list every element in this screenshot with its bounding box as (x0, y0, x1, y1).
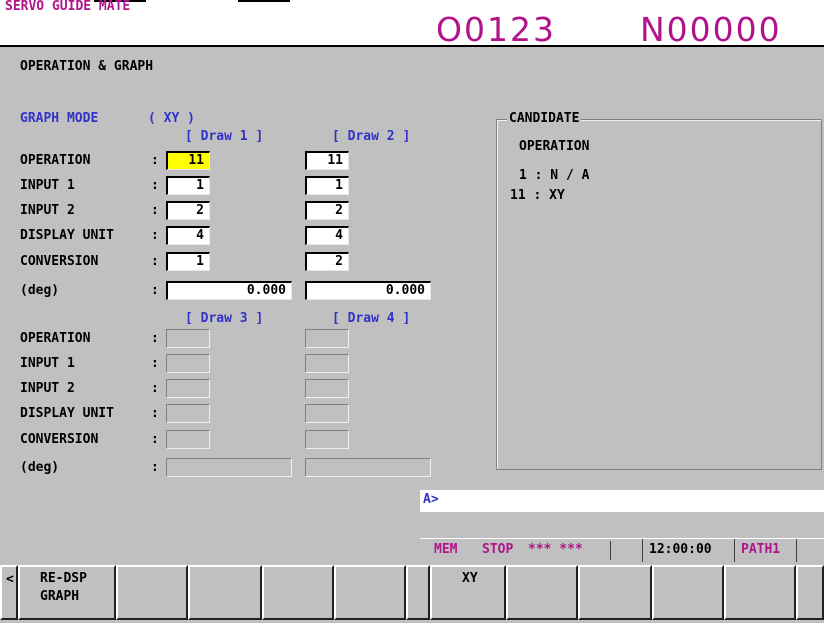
colon: : (151, 283, 159, 298)
colon: : (151, 356, 159, 371)
candidate-item[interactable]: 11 : XY (510, 188, 565, 203)
left-arrow-icon: < (6, 572, 14, 587)
draw3-display-unit-field[interactable] (166, 404, 210, 423)
draw1-display-unit-field[interactable]: 4 (166, 226, 210, 245)
softkey-redsp-graph-button[interactable]: RE-DSP GRAPH (18, 565, 116, 620)
candidate-panel: CANDIDATE OPERATION 1 : N / A 11 : XY (496, 111, 822, 470)
softkey-label: GRAPH (40, 589, 80, 604)
draw4-conversion-field[interactable] (305, 430, 349, 449)
softkey-button[interactable] (724, 565, 796, 620)
row-label-conversion: CONVERSION (20, 432, 99, 447)
draw1-input2-field[interactable]: 2 (166, 201, 210, 220)
colon: : (151, 153, 159, 168)
softkey-button[interactable] (506, 565, 578, 620)
status-time: 12:00:00 (649, 542, 712, 557)
program-number: O0123 (436, 10, 556, 49)
colon: : (151, 203, 159, 218)
draw1-conversion-field[interactable]: 1 (166, 252, 210, 271)
draw4-deg-field[interactable] (305, 458, 431, 477)
softkey-button[interactable] (188, 565, 262, 620)
draw2-input2-field[interactable]: 2 (305, 201, 349, 220)
draw2-display-unit-field[interactable]: 4 (305, 226, 349, 245)
draw4-operation-field[interactable] (305, 329, 349, 348)
draw2-conversion-field[interactable]: 2 (305, 252, 349, 271)
draw1-deg-field[interactable]: 0.000 (166, 281, 292, 300)
row-label-input2: INPUT 2 (20, 381, 75, 396)
colon: : (151, 460, 159, 475)
colon: : (151, 254, 159, 269)
draw3-conversion-field[interactable] (166, 430, 210, 449)
colon: : (151, 178, 159, 193)
draw2-operation-field[interactable]: 11 (305, 151, 349, 170)
status-divider (796, 539, 797, 562)
softkey-prev-button[interactable]: < (0, 565, 18, 620)
colon: : (151, 406, 159, 421)
draw3-deg-field[interactable] (166, 458, 292, 477)
softkey-button[interactable] (262, 565, 334, 620)
draw1-input1-field[interactable]: 1 (166, 176, 210, 195)
status-bar: MEM STOP *** *** 12:00:00 PATH1 (420, 538, 824, 562)
draw2-header: [ Draw 2 ] (332, 129, 411, 144)
graph-mode-label: GRAPH MODE (20, 111, 99, 126)
candidate-item[interactable]: 1 : N / A (519, 168, 589, 183)
softkey-button[interactable] (652, 565, 724, 620)
status-divider (734, 539, 735, 562)
row-label-input1: INPUT 1 (20, 356, 75, 371)
header-bar: SERVO GUIDE MATE O0123 N00000 (0, 0, 824, 49)
softkey-button[interactable] (116, 565, 188, 620)
title-tab-marker (238, 0, 290, 2)
draw1-header: [ Draw 1 ] (185, 129, 264, 144)
row-label-display-unit: DISPLAY UNIT (20, 228, 114, 243)
candidate-title: CANDIDATE (507, 111, 582, 126)
status-mode: MEM (434, 542, 458, 557)
draw4-input2-field[interactable] (305, 379, 349, 398)
draw4-header: [ Draw 4 ] (332, 311, 411, 326)
row-label-conversion: CONVERSION (20, 254, 99, 269)
colon: : (151, 228, 159, 243)
softkey-label: XY (462, 571, 478, 586)
graph-mode-value: ( XY ) (148, 111, 195, 126)
draw3-input1-field[interactable] (166, 354, 210, 373)
softkey-xy-button[interactable]: XY (430, 565, 506, 620)
status-alarm: *** *** (528, 542, 583, 557)
status-divider (610, 541, 611, 560)
status-state: STOP (482, 542, 514, 557)
app-title: SERVO GUIDE MATE (5, 0, 131, 14)
status-divider (642, 539, 643, 562)
softkey-spacer (406, 565, 430, 620)
softkey-label: RE-DSP (40, 571, 87, 586)
draw3-operation-field[interactable] (166, 329, 210, 348)
candidate-heading: OPERATION (519, 139, 590, 154)
screen-title: OPERATION & GRAPH (20, 59, 154, 74)
row-label-deg: (deg) (20, 283, 60, 298)
row-label-display-unit: DISPLAY UNIT (20, 406, 114, 421)
draw4-display-unit-field[interactable] (305, 404, 349, 423)
row-label-input1: INPUT 1 (20, 178, 75, 193)
draw3-input2-field[interactable] (166, 379, 210, 398)
draw1-operation-field[interactable]: 11 (166, 151, 210, 170)
softkey-next-button[interactable] (796, 565, 824, 620)
softkey-button[interactable] (578, 565, 652, 620)
colon: : (151, 381, 159, 396)
draw4-input1-field[interactable] (305, 354, 349, 373)
softkey-button[interactable] (334, 565, 406, 620)
row-label-operation: OPERATION (20, 153, 91, 168)
key-input-line[interactable]: A> (420, 490, 824, 512)
row-label-operation: OPERATION (20, 331, 91, 346)
status-path: PATH1 (741, 542, 781, 557)
draw2-input1-field[interactable]: 1 (305, 176, 349, 195)
row-label-deg: (deg) (20, 460, 60, 475)
colon: : (151, 432, 159, 447)
row-label-input2: INPUT 2 (20, 203, 75, 218)
colon: : (151, 331, 159, 346)
softkey-bar: < RE-DSP GRAPH XY (0, 565, 824, 623)
draw3-header: [ Draw 3 ] (185, 311, 264, 326)
draw2-deg-field[interactable]: 0.000 (305, 281, 431, 300)
input-prompt: A> (423, 492, 439, 507)
sequence-number: N00000 (640, 10, 782, 49)
